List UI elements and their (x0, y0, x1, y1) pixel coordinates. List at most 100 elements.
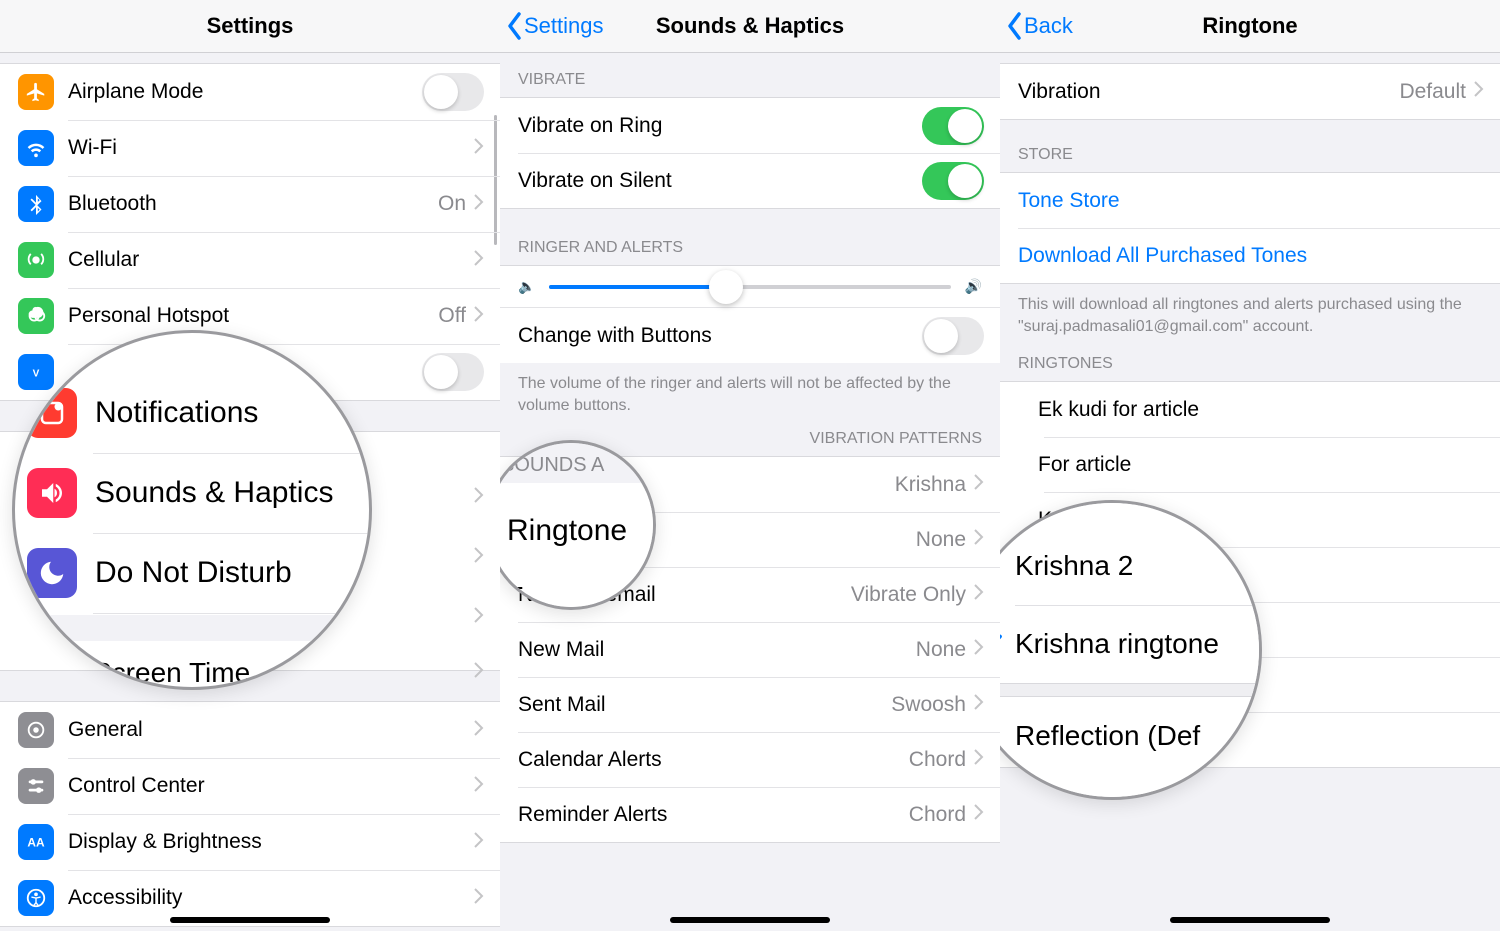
store-header: STORE (1000, 120, 1500, 172)
row-wifi[interactable]: Wi-Fi (0, 120, 500, 176)
row-label: Sent Mail (500, 679, 891, 731)
ringer-footer: The volume of the ringer and alerts will… (500, 363, 1000, 424)
chevron-right-icon (974, 749, 984, 770)
chevron-right-icon (974, 804, 984, 825)
back-button[interactable]: Back (1006, 11, 1073, 41)
row-value: None (916, 528, 966, 552)
mag-label: Krishna 2 (1015, 550, 1133, 582)
mag-row-notifications[interactable]: Notifications (15, 373, 369, 453)
ringtones-header: RINGTONES (1000, 345, 1500, 381)
screen-ringtone: Back Ringtone Vibration Default STORE To… (1000, 0, 1500, 931)
row-general[interactable]: General (0, 702, 500, 758)
chevron-right-icon (974, 584, 984, 605)
row-tone-store[interactable]: Tone Store (1000, 173, 1500, 228)
row-bluetooth[interactable]: Bluetooth On (0, 176, 500, 232)
ringtone-label: Ek kudi for article (1038, 384, 1484, 436)
chevron-right-icon (474, 776, 484, 797)
navbar-title: Settings (207, 13, 294, 39)
row-control-center[interactable]: Control Center (0, 758, 500, 814)
ringer-volume-slider[interactable]: 🔈 🔊 (500, 266, 1000, 308)
chevron-right-icon (974, 694, 984, 715)
mag-row-krishna-ringtone[interactable]: Krishna ringtone (1000, 605, 1259, 683)
row-label: Download All Purchased Tones (1000, 230, 1484, 282)
home-indicator[interactable] (1170, 917, 1330, 923)
row-reminder-alerts[interactable]: Reminder Alerts Chord (500, 787, 1000, 842)
toggle-airplane[interactable] (422, 73, 484, 111)
slider-thumb[interactable] (709, 270, 743, 304)
chevron-right-icon (474, 720, 484, 741)
row-label: Calendar Alerts (500, 734, 909, 786)
back-label: Settings (524, 13, 604, 39)
row-label: Change with Buttons (500, 310, 922, 362)
mag-row-screentime[interactable]: Screen Time (15, 633, 369, 690)
navbar-title: Sounds & Haptics (656, 13, 844, 39)
row-value: Krishna (895, 473, 966, 497)
mag-label-screen-time: Screen Time (93, 657, 250, 689)
chevron-right-icon (474, 888, 484, 909)
row-label: General (68, 704, 474, 756)
toggle-vibrate-ring[interactable] (922, 107, 984, 145)
download-footer: This will download all ringtones and ale… (1000, 284, 1500, 345)
row-display-brightness[interactable]: AA Display & Brightness (0, 814, 500, 870)
magnifier-screen1: Notifications Sounds & Haptics Do Not Di… (12, 330, 372, 690)
ringtone-row[interactable]: Ek kudi for article (1000, 382, 1500, 437)
row-sent-mail[interactable]: Sent Mail Swoosh (500, 677, 1000, 732)
screen-sounds-haptics: Settings Sounds & Haptics VIBRATE Vibrat… (500, 0, 1000, 931)
chevron-right-icon (474, 547, 484, 568)
row-vibration[interactable]: Vibration Default (1000, 64, 1500, 119)
mag-label: Krishna ringtone (1015, 628, 1219, 660)
row-value: Swoosh (891, 693, 966, 717)
row-value: Chord (909, 748, 966, 772)
mag-row-reflection[interactable]: Reflection (Def (1000, 697, 1259, 775)
chevron-right-icon (474, 607, 484, 628)
slider-track[interactable] (549, 285, 950, 289)
row-vibrate-silent[interactable]: Vibrate on Silent (500, 153, 1000, 208)
chevron-right-icon (1474, 81, 1484, 102)
row-vibrate-ring[interactable]: Vibrate on Ring (500, 98, 1000, 153)
row-label: New Mail (500, 624, 916, 676)
back-button[interactable]: Settings (506, 11, 604, 41)
mag-row-dnd[interactable]: Do Not Disturb (15, 533, 369, 613)
sounds-icon (27, 468, 77, 518)
navbar: Settings Sounds & Haptics (500, 0, 1000, 53)
mag-ringtone-label: Ringtone (507, 514, 627, 548)
wifi-icon (18, 130, 54, 166)
checkmark-icon (1000, 629, 1015, 659)
chevron-right-icon (474, 194, 484, 215)
ringtone-row[interactable]: For article (1000, 437, 1500, 492)
chevron-right-icon (974, 529, 984, 550)
chevron-right-icon (974, 474, 984, 495)
mag-label: Reflection (Def (1015, 720, 1200, 752)
row-new-mail[interactable]: New Mail None (500, 622, 1000, 677)
row-label: Display & Brightness (68, 816, 474, 868)
row-cellular[interactable]: Cellular (0, 232, 500, 288)
toggle-vpn[interactable] (422, 353, 484, 391)
ringer-header: RINGER AND ALERTS (500, 209, 1000, 265)
row-label: Bluetooth (68, 178, 438, 230)
row-change-with-buttons[interactable]: Change with Buttons (500, 308, 1000, 363)
chevron-right-icon (474, 487, 484, 508)
chevron-right-icon (474, 832, 484, 853)
toggle-vibrate-silent[interactable] (922, 162, 984, 200)
mag-texttone-partial: T (507, 581, 523, 611)
home-indicator[interactable] (670, 917, 830, 923)
cellular-icon (18, 242, 54, 278)
row-calendar-alerts[interactable]: Calendar Alerts Chord (500, 732, 1000, 787)
mag-label: Notifications (95, 396, 258, 430)
mag-row-krishna2[interactable]: Krishna 2 (1000, 527, 1259, 605)
svg-text:AA: AA (27, 836, 45, 850)
row-label: Vibrate on Silent (500, 155, 922, 207)
row-value: None (916, 638, 966, 662)
row-label: Cellular (68, 234, 474, 286)
back-label: Back (1024, 13, 1073, 39)
row-airplane-mode[interactable]: Airplane Mode (0, 64, 500, 120)
row-download-all[interactable]: Download All Purchased Tones (1000, 228, 1500, 283)
display-icon: AA (18, 824, 54, 860)
row-label: Tone Store (1000, 175, 1484, 227)
mag-label: Sounds & Haptics (95, 476, 333, 510)
home-indicator[interactable] (170, 917, 330, 923)
screen-settings: Settings Airplane Mode Wi-Fi (0, 0, 500, 931)
mag-row-sounds[interactable]: Sounds & Haptics (15, 453, 369, 533)
toggle-change-buttons[interactable] (922, 317, 984, 355)
notifications-icon (27, 388, 77, 438)
